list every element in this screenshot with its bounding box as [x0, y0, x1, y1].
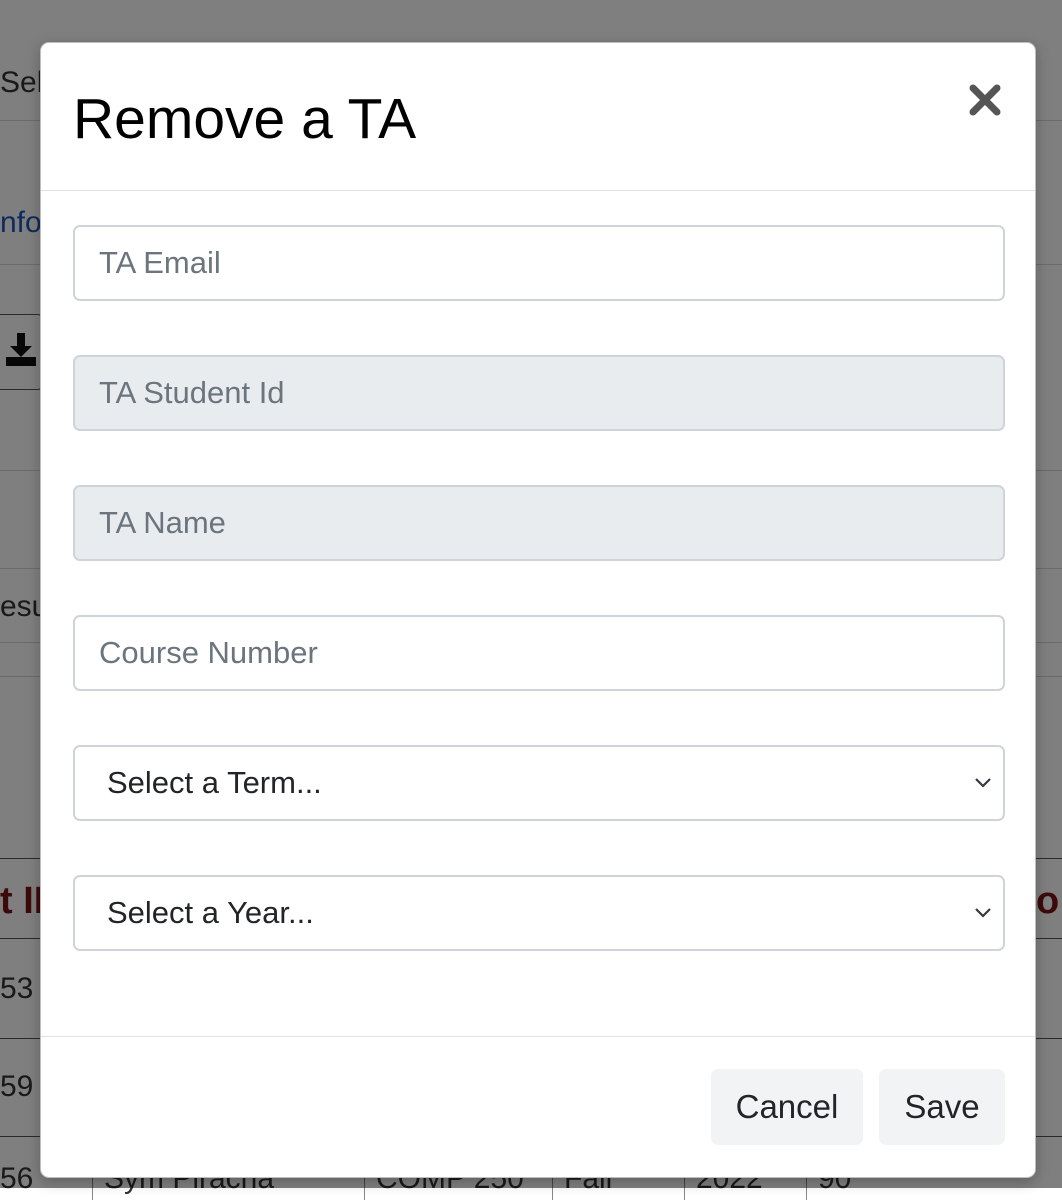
term-select-value: Select a Term...	[107, 765, 322, 800]
ta-email-input[interactable]	[73, 225, 1005, 301]
course-number-input[interactable]	[73, 615, 1005, 691]
close-icon	[969, 84, 1001, 115]
modal-title: Remove a TA	[73, 87, 417, 151]
ta-student-id-input	[73, 355, 1005, 431]
chevron-down-icon	[975, 908, 991, 918]
term-select[interactable]: Select a Term...	[73, 745, 1005, 821]
year-select[interactable]: Select a Year...	[73, 875, 1005, 951]
save-button[interactable]: Save	[879, 1069, 1005, 1145]
ta-name-input	[73, 485, 1005, 561]
modal-header: Remove a TA	[41, 43, 1035, 191]
modal-footer: Cancel Save	[41, 1037, 1035, 1177]
remove-ta-modal: Remove a TA Select a Term... Select a Ye…	[40, 42, 1036, 1178]
cancel-button[interactable]: Cancel	[711, 1069, 863, 1145]
year-select-value: Select a Year...	[107, 895, 314, 930]
chevron-down-icon	[975, 778, 991, 788]
close-button[interactable]	[963, 79, 1007, 123]
modal-body: Select a Term... Select a Year...	[41, 191, 1035, 1037]
